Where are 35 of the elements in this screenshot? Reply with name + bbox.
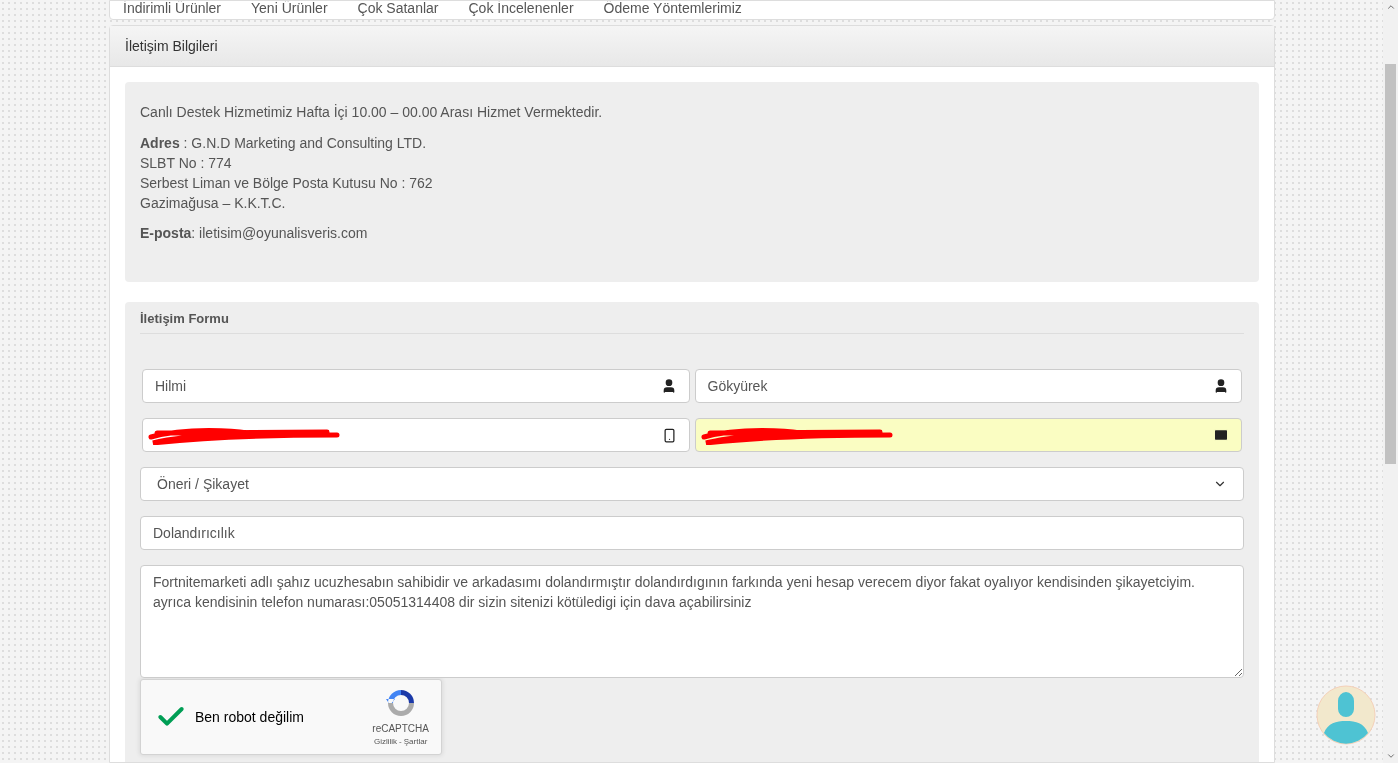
nav-link[interactable]: İndirimli Ürünler bbox=[123, 1, 222, 19]
input-field[interactable]: Gökyürek bbox=[694, 369, 1242, 403]
topic-field[interactable]: Dolandırıcılık bbox=[140, 516, 1244, 550]
scroll-thumb[interactable] bbox=[1385, 64, 1396, 464]
message-field[interactable]: Fortnitemarketi adlı şahız ucuzhesabın sahibidir ve arkadasımı dolandırmıştır dolandırdıgının farkında yeni hesap verecem diyor fakat oyalıyor kendisinden şikayetciyim. ayrıca kendisinin telefon numarası:05051314408 dir sizin sitenizi kötüledigi için dava açabilirsiniz bbox=[140, 565, 1244, 678]
nav-link[interactable]: Çok Satanlar bbox=[357, 1, 439, 19]
nav-link[interactable]: Çok İncelenenler bbox=[468, 1, 574, 19]
field-value: Hilmi bbox=[155, 376, 187, 396]
subject-select[interactable]: Öneri / Şikayet bbox=[140, 467, 1244, 501]
address-line: Adres : G.N.D Marketing and Consulting LTD. bbox=[140, 134, 428, 153]
field-value: Gökyürek bbox=[707, 376, 768, 396]
person-icon bbox=[1213, 378, 1229, 394]
panel-title: İletişim Bilgileri bbox=[125, 36, 218, 56]
nav-link[interactable]: Ödeme Yöntemlerimiz bbox=[603, 1, 742, 19]
email-text: E-posta: iletisim@oyunalisveris.com bbox=[140, 224, 369, 243]
privacy-link[interactable]: Gizlilik bbox=[374, 735, 398, 748]
mail-icon bbox=[1213, 427, 1229, 443]
link-separator: - bbox=[399, 735, 402, 748]
phone-icon bbox=[661, 427, 677, 443]
address-line: Serbest Liman ve Bölge Posta Kutusu No : 762 bbox=[140, 174, 434, 193]
input-field[interactable] bbox=[142, 418, 690, 452]
scrollbar[interactable] bbox=[1383, 0, 1398, 763]
scroll-down-icon bbox=[1385, 751, 1396, 761]
address-line: SLBT No : 774 bbox=[140, 154, 233, 173]
support-hours-text: Canlı Destek Hizmetimiz Hafta İçi 10.00 – 00.00 Arası Hizmet Vermektedir. bbox=[140, 103, 604, 122]
recaptcha-brand: reCAPTCHA bbox=[372, 721, 429, 736]
input-field[interactable]: Hilmi bbox=[142, 369, 690, 403]
scroll-up-icon bbox=[1385, 2, 1396, 12]
nav-link[interactable]: Yeni Ürünler bbox=[251, 1, 328, 19]
terms-link[interactable]: Şartlar bbox=[403, 735, 428, 748]
input-field[interactable] bbox=[694, 418, 1242, 452]
captcha-label: Ben robot değilim bbox=[195, 707, 304, 727]
address-line: Gazimağusa – K.K.T.C. bbox=[140, 194, 287, 213]
chat-avatar-icon[interactable] bbox=[1316, 685, 1376, 745]
form-title: İletişim Formu bbox=[140, 311, 229, 326]
